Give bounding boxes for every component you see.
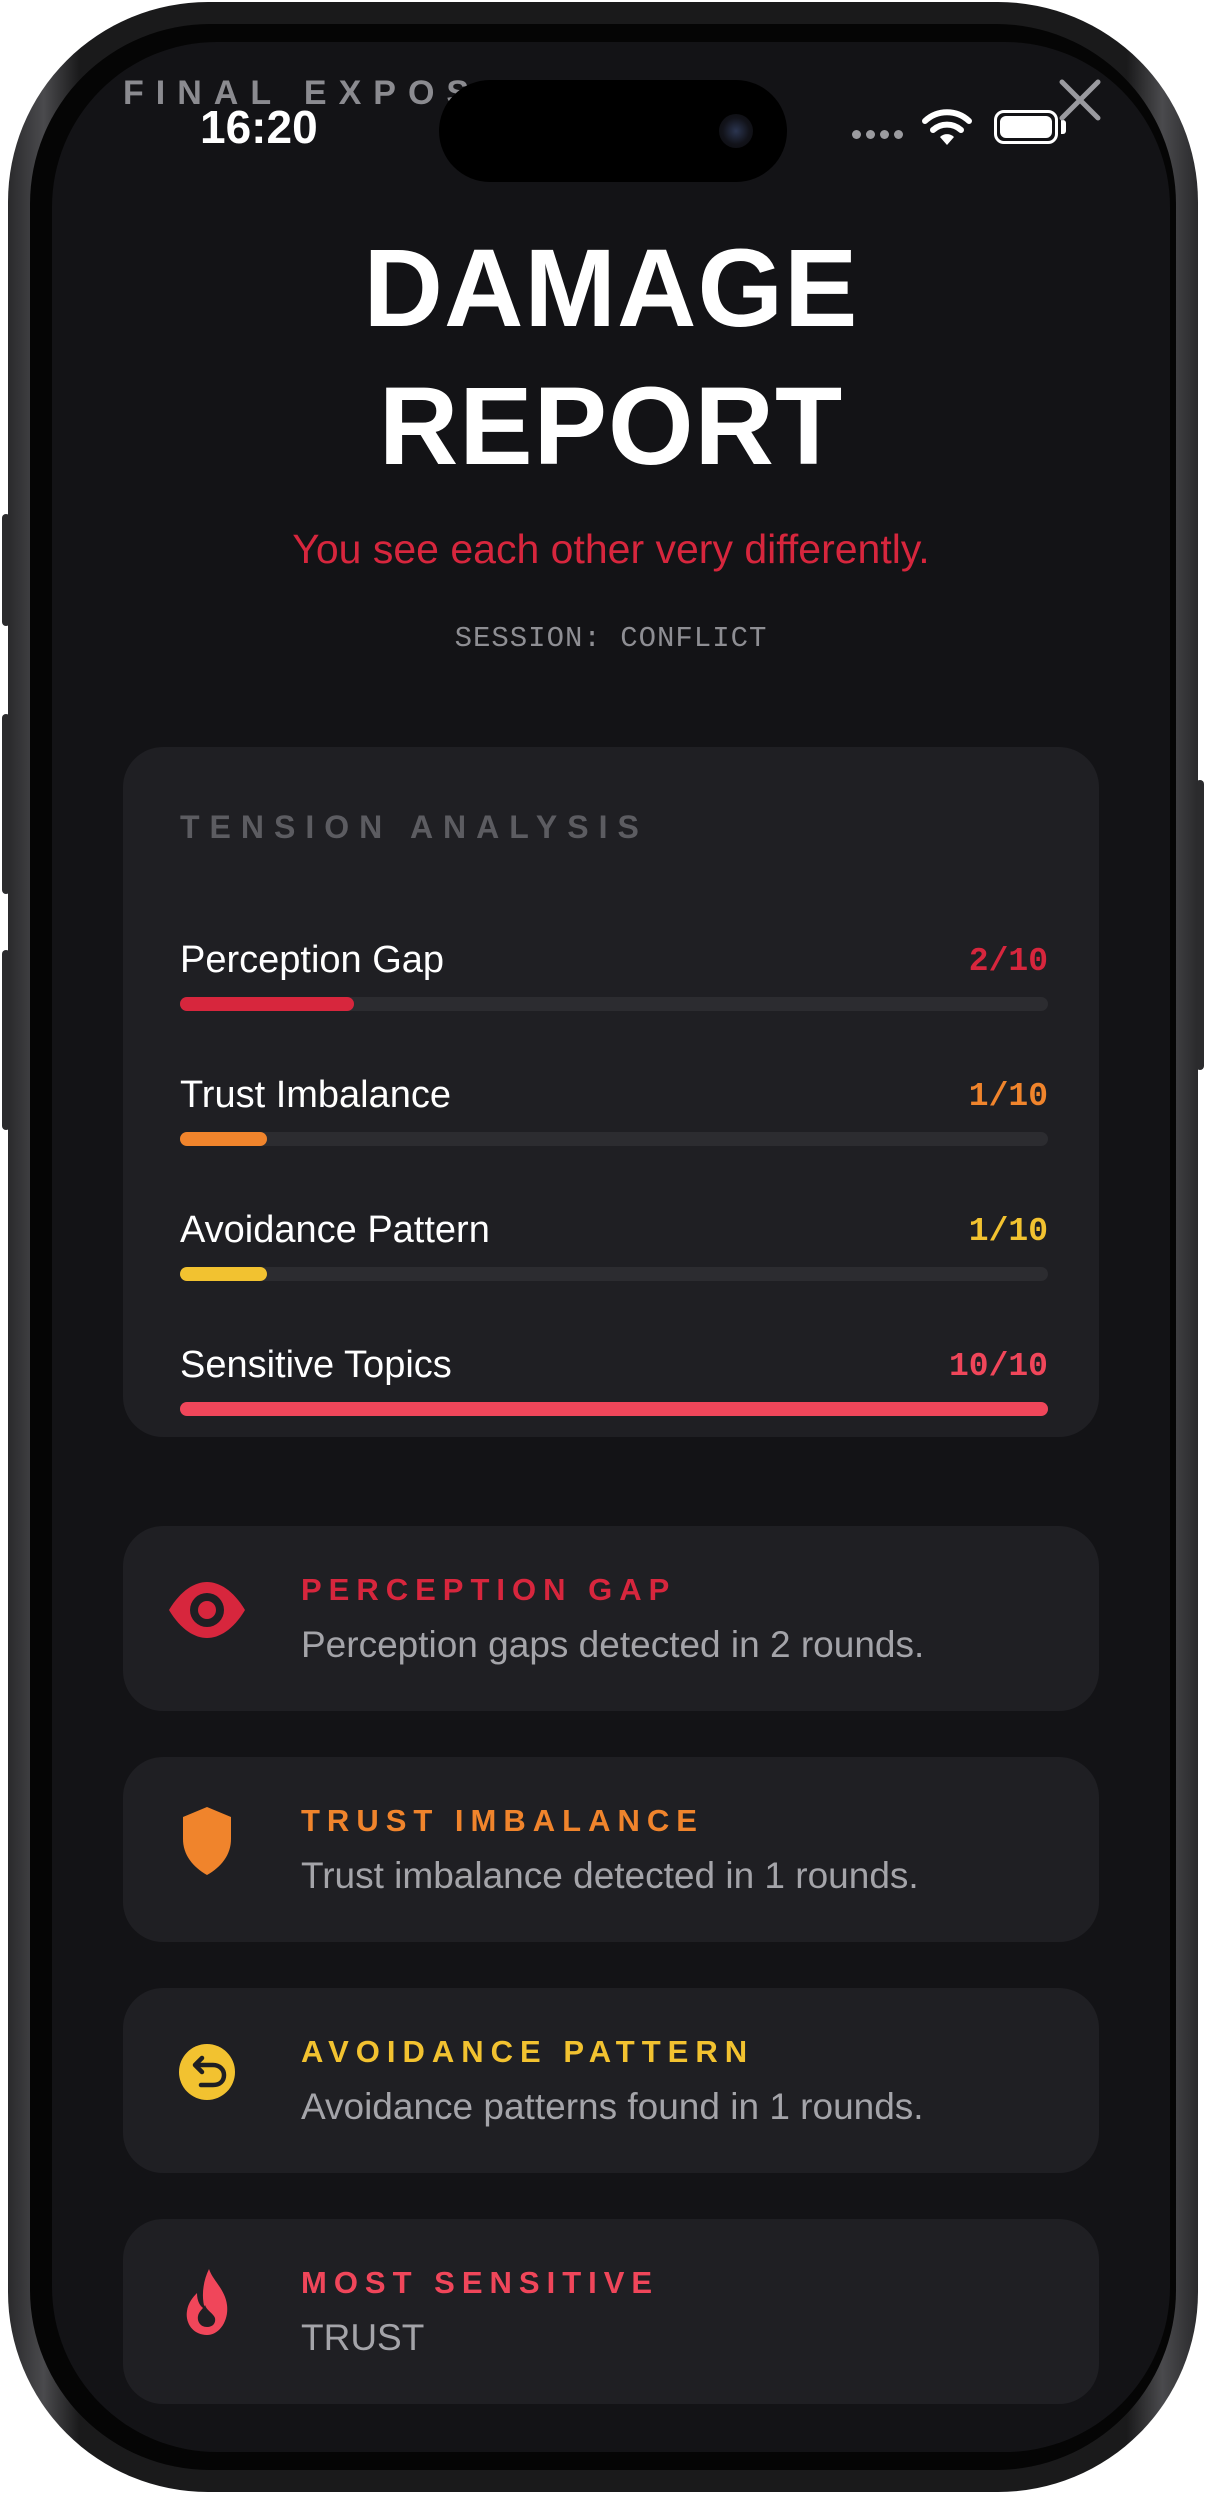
phone-frame: FINAL EXPOSU 16:20 DAMAGE REPORT You see… xyxy=(2,2,1204,2492)
insight-card-most-sensitive: MOST SENSITIVE TRUST xyxy=(123,2219,1099,2404)
undo-arrow-icon xyxy=(179,2044,235,2100)
metric-progress-fill xyxy=(180,1132,267,1146)
wifi-icon xyxy=(922,109,972,145)
metric-label: Avoidance Pattern xyxy=(180,1209,490,1251)
metric-progress-fill xyxy=(180,997,354,1011)
insight-text: Perception gaps detected in 2 rounds. xyxy=(301,1624,925,1665)
subtitle: You see each other very differently. xyxy=(292,526,930,572)
title-line-2: REPORT xyxy=(378,365,844,488)
metric-label: Sensitive Topics xyxy=(180,1344,452,1386)
battery-icon xyxy=(994,110,1058,144)
volume-down-button xyxy=(2,950,10,1130)
session-label: SESSION: CONFLICT xyxy=(454,622,768,655)
metric-progress-fill xyxy=(180,1402,1048,1416)
action-button xyxy=(2,514,10,626)
insight-text: TRUST xyxy=(301,2317,425,2358)
metric-avoidance-pattern: Avoidance Pattern 1/10 xyxy=(180,1209,1048,1299)
insight-text: Avoidance patterns found in 1 rounds. xyxy=(301,2086,924,2127)
metric-sensitive-topics: Sensitive Topics 10/10 xyxy=(180,1344,1048,1434)
tension-analysis-card: TENSION ANALYSIS Perception Gap 2/10 Tru… xyxy=(123,747,1099,1437)
status-time: 16:20 xyxy=(200,101,318,153)
insight-title: AVOIDANCE PATTERN xyxy=(301,2034,755,2069)
metric-score: 1/10 xyxy=(968,1213,1048,1250)
page-title: DAMAGE REPORT xyxy=(52,220,1170,496)
title-line-1: DAMAGE xyxy=(363,227,859,350)
dynamic-island xyxy=(439,80,787,182)
metric-score: 2/10 xyxy=(968,943,1048,980)
power-button xyxy=(1196,780,1204,1070)
insight-card-trust-imbalance: TRUST IMBALANCE Trust imbalance detected… xyxy=(123,1757,1099,1942)
metric-label: Trust Imbalance xyxy=(180,1074,452,1116)
metric-label: Perception Gap xyxy=(180,939,445,981)
insight-text: Trust imbalance detected in 1 rounds. xyxy=(301,1855,919,1896)
screen: FINAL EXPOSU 16:20 DAMAGE REPORT You see… xyxy=(52,42,1170,2452)
insight-title: PERCEPTION GAP xyxy=(301,1572,677,1607)
insight-title: MOST SENSITIVE xyxy=(301,2265,660,2300)
metric-progress-track xyxy=(180,997,1048,1011)
shield-icon xyxy=(183,1807,231,1875)
volume-up-button xyxy=(2,714,10,894)
flame-icon xyxy=(186,2269,228,2335)
tension-analysis-title: TENSION ANALYSIS xyxy=(180,809,649,845)
insight-title: TRUST IMBALANCE xyxy=(301,1803,704,1838)
camera-icon xyxy=(719,114,753,148)
metric-perception-gap: Perception Gap 2/10 xyxy=(180,939,1048,1029)
metric-progress-track xyxy=(180,1267,1048,1281)
metric-progress-track xyxy=(180,1132,1048,1146)
metric-progress-track xyxy=(180,1402,1048,1416)
metric-trust-imbalance: Trust Imbalance 1/10 xyxy=(180,1074,1048,1164)
metric-score: 1/10 xyxy=(968,1078,1048,1115)
insight-card-perception-gap: PERCEPTION GAP Perception gaps detected … xyxy=(123,1526,1099,1711)
eye-icon xyxy=(169,1582,245,1638)
metric-score: 10/10 xyxy=(948,1348,1048,1385)
metric-progress-fill xyxy=(180,1267,267,1281)
cellular-signal-icon xyxy=(852,126,912,139)
close-icon[interactable] xyxy=(1050,70,1110,130)
insight-card-avoidance-pattern: AVOIDANCE PATTERN Avoidance patterns fou… xyxy=(123,1988,1099,2173)
